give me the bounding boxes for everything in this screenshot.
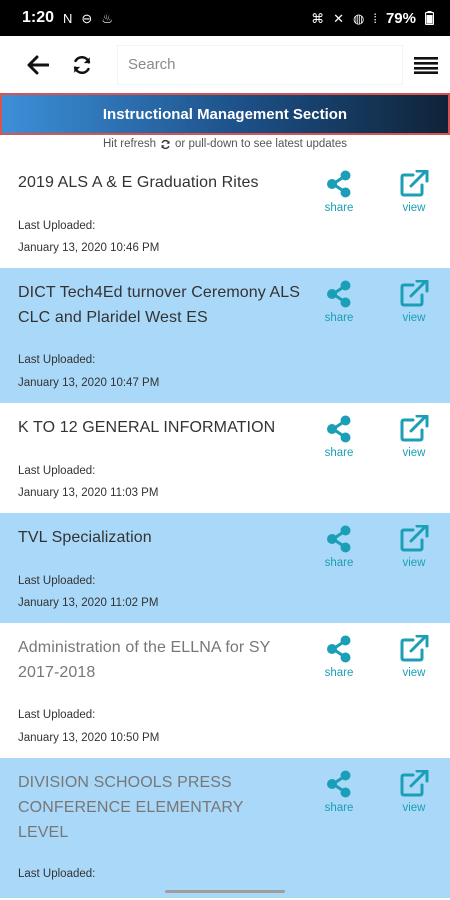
back-button[interactable]	[16, 43, 60, 87]
document-list: 2019 ALS A & E Graduation Rites Last Upl…	[0, 158, 450, 898]
external-link-icon	[400, 280, 429, 307]
app-notification-icon: ♨	[101, 10, 113, 26]
view-label: view	[402, 557, 426, 569]
arrow-left-icon	[27, 55, 49, 74]
item-title: TVL Specialization	[18, 529, 152, 546]
section-title: Instructional Management Section	[102, 105, 348, 123]
item-date: January 13, 2020 10:47 PM	[18, 377, 160, 389]
view-button[interactable]: view	[389, 415, 439, 459]
hint-text-before: Hit refresh	[102, 138, 157, 150]
last-uploaded-label: Last Uploaded:	[18, 465, 96, 477]
item-title: Administration of the ELLNA for SY 2017-…	[18, 639, 271, 681]
menu-button[interactable]	[404, 43, 448, 87]
item-date: January 13, 2020 11:02 PM	[18, 597, 159, 609]
hint-text-after: or pull-down to see latest updates	[175, 138, 347, 150]
external-link-icon	[400, 170, 429, 197]
share-button[interactable]: share	[314, 280, 364, 324]
list-item[interactable]: TVL Specialization Last Uploaded: Januar…	[0, 513, 450, 623]
share-label: share	[324, 557, 354, 569]
view-label: view	[402, 667, 426, 679]
item-title: DICT Tech4Ed turnover Ceremony ALS CLC a…	[18, 284, 301, 326]
external-link-icon	[400, 635, 429, 662]
view-button[interactable]: view	[389, 280, 439, 324]
external-link-icon	[400, 525, 429, 552]
netflix-notification-icon: N	[63, 10, 73, 26]
share-label: share	[324, 447, 354, 459]
mute-icon: ✕	[333, 10, 344, 26]
view-button[interactable]: view	[389, 635, 439, 679]
status-left: 1:20 N ⊖ ♨	[22, 9, 113, 27]
view-label: view	[402, 447, 426, 459]
share-icon	[327, 525, 351, 553]
search-input[interactable]	[118, 45, 402, 84]
refresh-button[interactable]	[60, 43, 104, 87]
list-item[interactable]: DICT Tech4Ed turnover Ceremony ALS CLC a…	[0, 268, 450, 403]
status-right: ⌘ ✕ ◍ ⁞ 79%	[311, 10, 434, 27]
view-label: view	[402, 202, 426, 214]
nfc-icon: ⌘	[311, 10, 325, 26]
list-item[interactable]: DIVISION SCHOOLS PRESS CONFERENCE ELEMEN…	[0, 758, 450, 898]
share-icon	[327, 280, 351, 308]
share-button[interactable]: share	[314, 170, 364, 214]
item-date: January 13, 2020 11:03 PM	[18, 487, 159, 499]
view-button[interactable]: view	[389, 170, 439, 214]
list-item[interactable]: Administration of the ELLNA for SY 2017-…	[0, 623, 450, 758]
share-icon	[327, 770, 351, 798]
share-button[interactable]: share	[314, 415, 364, 459]
battery-icon	[425, 11, 434, 25]
hamburger-menu-icon	[414, 56, 438, 74]
share-button[interactable]: share	[314, 525, 364, 569]
share-button[interactable]: share	[314, 635, 364, 679]
share-icon	[327, 170, 351, 198]
share-icon	[327, 415, 351, 443]
view-label: view	[402, 802, 426, 814]
view-button[interactable]: view	[389, 525, 439, 569]
last-uploaded-label: Last Uploaded:	[18, 709, 96, 721]
do-not-disturb-icon: ⊖	[81, 10, 93, 26]
share-label: share	[324, 202, 354, 214]
signal-icon: ⁞	[373, 10, 377, 26]
item-title: 2019 ALS A & E Graduation Rites	[18, 174, 259, 191]
last-uploaded-label: Last Uploaded:	[18, 575, 96, 587]
view-button[interactable]: view	[389, 770, 439, 814]
last-uploaded-label: Last Uploaded:	[18, 220, 96, 232]
share-icon	[327, 635, 351, 663]
list-item[interactable]: K TO 12 GENERAL INFORMATION Last Uploade…	[0, 403, 450, 513]
external-link-icon	[400, 415, 429, 442]
refresh-hint: Hit refresh or pull-down to see latest u…	[0, 138, 450, 150]
section-header: Instructional Management Section	[0, 93, 450, 135]
share-label: share	[324, 802, 354, 814]
view-label: view	[402, 312, 426, 324]
status-time: 1:20	[22, 9, 55, 26]
share-label: share	[324, 312, 354, 324]
item-title: K TO 12 GENERAL INFORMATION	[18, 419, 276, 436]
last-uploaded-label: Last Uploaded:	[18, 868, 96, 880]
share-button[interactable]: share	[314, 770, 364, 814]
wifi-icon: ◍	[353, 10, 365, 26]
item-title: DIVISION SCHOOLS PRESS CONFERENCE ELEMEN…	[18, 774, 244, 841]
status-bar: 1:20 N ⊖ ♨ ⌘ ✕ ◍ ⁞ 79%	[0, 0, 450, 36]
share-label: share	[324, 667, 354, 679]
list-item[interactable]: 2019 ALS A & E Graduation Rites Last Upl…	[0, 158, 450, 268]
item-date: January 13, 2020 10:46 PM	[18, 242, 160, 254]
home-indicator[interactable]	[165, 890, 285, 893]
item-date: January 13, 2020 10:50 PM	[18, 732, 160, 744]
external-link-icon	[400, 770, 429, 797]
refresh-icon	[73, 55, 91, 74]
top-toolbar	[0, 36, 450, 93]
last-uploaded-label: Last Uploaded:	[18, 354, 96, 366]
refresh-small-icon	[160, 139, 171, 150]
battery-level: 79%	[385, 9, 416, 27]
